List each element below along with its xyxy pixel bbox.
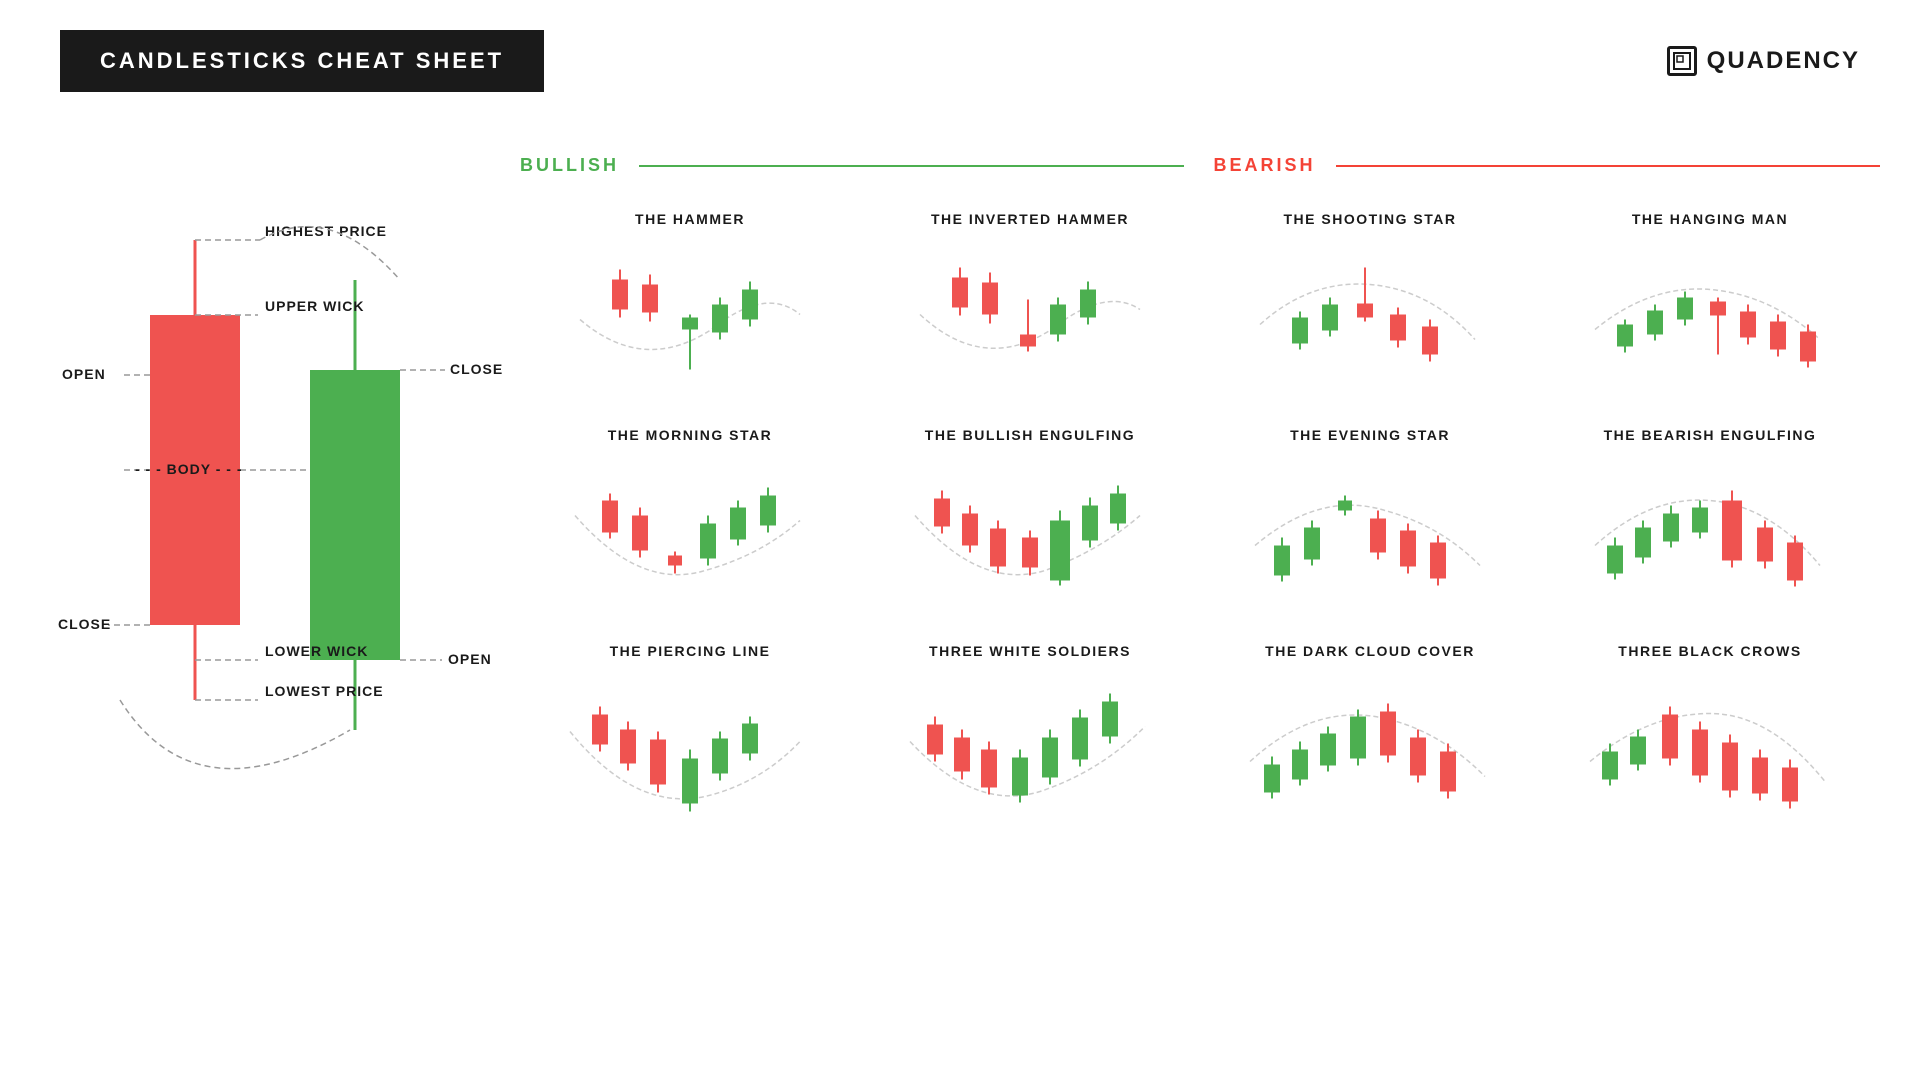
shooting-star-title: THE SHOOTING STAR xyxy=(1283,211,1456,227)
bullish-engulfing-title: THE BULLISH ENGULFING xyxy=(925,427,1135,443)
dark-cloud-cover-svg xyxy=(1230,669,1510,829)
logo-icon xyxy=(1667,46,1697,76)
svg-text:- - - BODY - - -: - - - BODY - - - xyxy=(135,461,243,477)
pattern-three-black-crows: THREE BLACK CROWS xyxy=(1540,633,1880,849)
anatomy-section: HIGHEST PRICE UPPER WICK OPEN CLOSE - - … xyxy=(40,160,540,960)
svg-text:OPEN: OPEN xyxy=(62,366,106,382)
shooting-star-svg xyxy=(1230,237,1510,397)
bearish-engulfing-title: THE BEARISH ENGULFING xyxy=(1604,427,1817,443)
hanging-man-svg xyxy=(1570,237,1850,397)
pattern-dark-cloud-cover: THE DARK CLOUD COVER xyxy=(1200,633,1540,849)
pattern-inverted-hammer: THE INVERTED HAMMER xyxy=(860,201,1200,417)
bullish-label: BULLISH xyxy=(520,155,639,176)
pattern-bearish-engulfing: THE BEARISH ENGULFING xyxy=(1540,417,1880,633)
pattern-bullish-engulfing: THE BULLISH ENGULFING xyxy=(860,417,1200,633)
svg-text:HIGHEST PRICE: HIGHEST PRICE xyxy=(265,223,387,239)
header: CANDLESTICKS CHEAT SHEET QUADENCY xyxy=(0,0,1920,122)
pattern-hammer: THE HAMMER xyxy=(520,201,860,417)
patterns-row-1: THE HAMMER xyxy=(520,201,1880,417)
three-black-crows-svg xyxy=(1570,669,1850,829)
evening-star-title: THE EVENING STAR xyxy=(1290,427,1450,443)
bullish-engulfing-svg xyxy=(890,453,1170,613)
inverted-hammer-svg xyxy=(890,237,1170,397)
pattern-morning-star: THE MORNING STAR xyxy=(520,417,860,633)
three-white-soldiers-svg xyxy=(890,669,1170,829)
page-title: CANDLESTICKS CHEAT SHEET xyxy=(100,48,504,73)
svg-text:CLOSE: CLOSE xyxy=(58,616,111,632)
pattern-hanging-man: THE HANGING MAN xyxy=(1540,201,1880,417)
category-row: BULLISH BEARISH xyxy=(520,155,1880,176)
patterns-section: BULLISH BEARISH THE HAMMER xyxy=(520,155,1880,849)
bullish-divider xyxy=(639,165,1184,167)
bearish-engulfing-svg xyxy=(1570,453,1850,613)
svg-text:LOWEST PRICE: LOWEST PRICE xyxy=(265,683,384,699)
evening-star-svg xyxy=(1230,453,1510,613)
piercing-line-svg xyxy=(550,669,830,829)
patterns-row-2: THE MORNING STAR xyxy=(520,417,1880,633)
hammer-svg xyxy=(550,237,830,397)
logo-text: QUADENCY xyxy=(1707,47,1860,75)
logo: QUADENCY xyxy=(1667,46,1860,76)
three-white-soldiers-title: THREE WHITE SOLDIERS xyxy=(929,643,1131,659)
svg-text:UPPER WICK: UPPER WICK xyxy=(265,298,364,314)
pattern-shooting-star: THE SHOOTING STAR xyxy=(1200,201,1540,417)
hammer-title: THE HAMMER xyxy=(635,211,745,227)
dark-cloud-cover-title: THE DARK CLOUD COVER xyxy=(1265,643,1475,659)
svg-text:CLOSE: CLOSE xyxy=(450,361,503,377)
piercing-line-title: THE PIERCING LINE xyxy=(610,643,771,659)
bearish-label: BEARISH xyxy=(1184,155,1336,176)
svg-text:OPEN: OPEN xyxy=(448,651,492,667)
pattern-evening-star: THE EVENING STAR xyxy=(1200,417,1540,633)
pattern-piercing-line: THE PIERCING LINE xyxy=(520,633,860,849)
hanging-man-title: THE HANGING MAN xyxy=(1632,211,1788,227)
three-black-crows-title: THREE BLACK CROWS xyxy=(1618,643,1801,659)
inverted-hammer-title: THE INVERTED HAMMER xyxy=(931,211,1129,227)
patterns-row-3: THE PIERCING LINE xyxy=(520,633,1880,849)
anatomy-diagram: HIGHEST PRICE UPPER WICK OPEN CLOSE - - … xyxy=(40,160,520,900)
morning-star-svg xyxy=(550,453,830,613)
pattern-three-white-soldiers: THREE WHITE SOLDIERS xyxy=(860,633,1200,849)
svg-text:LOWER WICK: LOWER WICK xyxy=(265,643,368,659)
morning-star-title: THE MORNING STAR xyxy=(608,427,773,443)
bearish-divider xyxy=(1336,165,1881,167)
title-box: CANDLESTICKS CHEAT SHEET xyxy=(60,30,544,92)
